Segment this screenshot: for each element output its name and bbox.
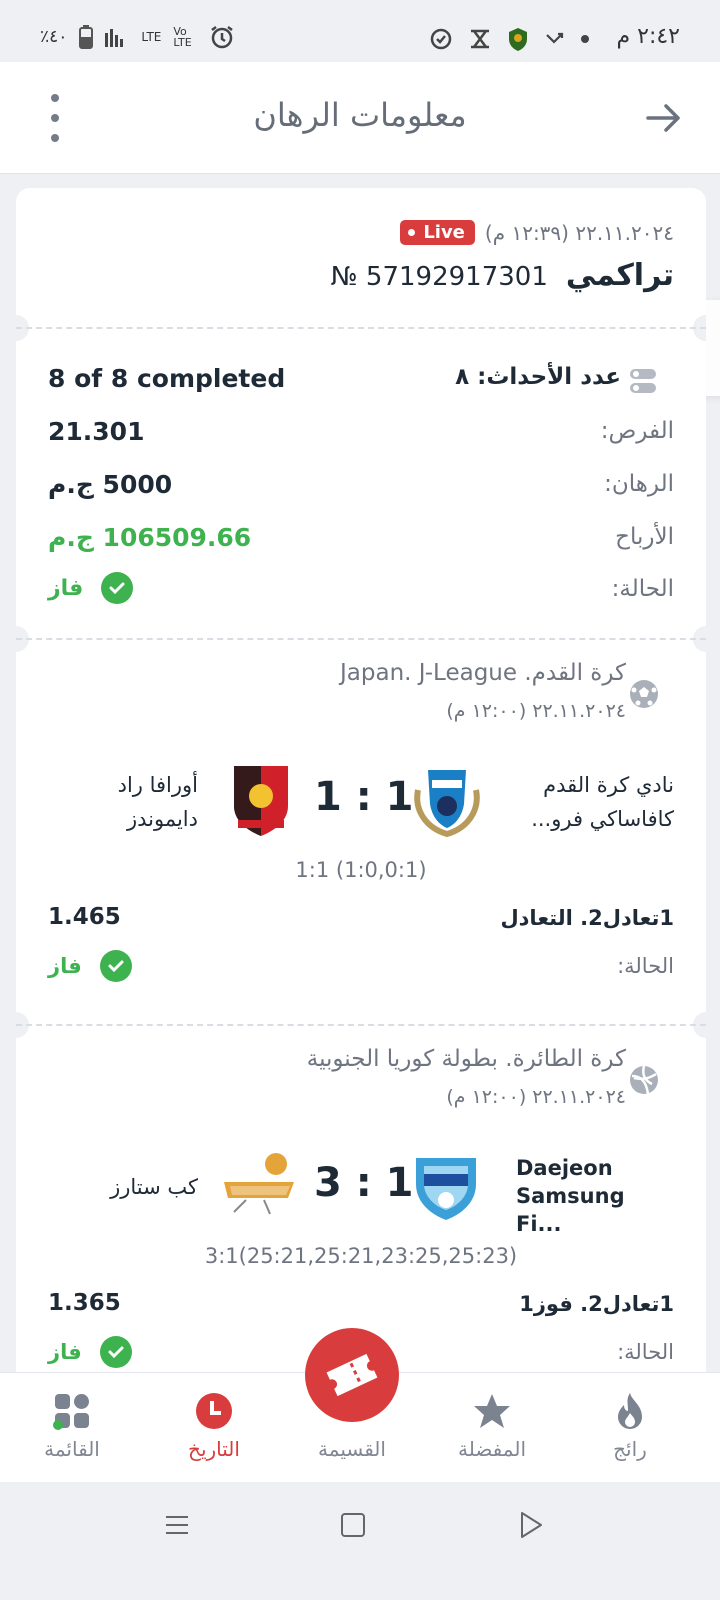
event-status-row: فاز — [48, 950, 132, 982]
grid-icon — [53, 1394, 89, 1430]
event-league: كرة الطائرة. بطولة كوريا الجنوبية — [306, 1046, 626, 1072]
event-status-row: فاز — [48, 1336, 132, 1368]
app-header: معلومات الرهان — [0, 62, 720, 174]
signal-icon — [105, 27, 129, 47]
nav-label: التاريخ — [188, 1437, 240, 1461]
alarm-icon — [211, 26, 234, 49]
nav-label: القائمة — [44, 1437, 100, 1461]
check-circle-icon — [99, 1336, 132, 1368]
event-status-value: فاز — [48, 954, 82, 978]
live-badge: Live — [400, 220, 475, 245]
nav-item-history[interactable]: التاريخ — [142, 1373, 286, 1483]
event-odds: 1.365 — [48, 1290, 121, 1316]
market-name: 1تعادل2. التعادل — [500, 906, 674, 930]
bet-datetime: ٢٢.١١.٢٠٢٤ (١٢:٣٩ م) — [484, 220, 674, 245]
home-team-name: نادي كرة القدم كافاساكي فرو... — [531, 773, 674, 831]
match-score: 3 : 1 — [314, 1160, 414, 1206]
status-bar: ٢:٤٢ م ٪٤٠ LTE Vo LTE — [0, 0, 720, 62]
event-status-value: فاز — [48, 1340, 82, 1364]
event-datetime: ٢٢.١١.٢٠٢٤ (١٢:٠٠ م) — [446, 700, 626, 722]
home-team-name: Daejeon Samsung Fi... — [516, 1156, 625, 1236]
nav-item-trending[interactable]: رائج — [558, 1373, 702, 1483]
away-team-name: كب ستارز — [110, 1175, 198, 1199]
back-arrow-icon[interactable] — [644, 98, 684, 138]
recent-apps-icon[interactable] — [164, 1512, 190, 1538]
score-details: 1:1 (1:0,0:1) — [295, 858, 427, 882]
status-time: ٢:٤٢ م — [616, 24, 681, 49]
kb-stars-logo — [224, 1153, 294, 1215]
back-triangle-icon[interactable] — [518, 1510, 544, 1540]
battery-percent: ٪٤٠ — [40, 27, 68, 47]
away-team-name: أورافا راد دايموندز — [117, 773, 198, 831]
status-notification-icons — [428, 26, 590, 52]
kawasaki-logo — [414, 770, 480, 838]
bet-number: 57192917301 № — [330, 262, 548, 292]
nav-label: القسيمة — [318, 1437, 386, 1461]
ticket-icon — [326, 1353, 378, 1397]
stake-value: 5000 ج.م — [48, 470, 173, 499]
volte-label: Vo LTE — [173, 25, 192, 49]
status-value-row: فاز — [48, 572, 134, 604]
event-status-label: الحالة: — [617, 1340, 674, 1364]
event-league: كرة القدم. Japan. J-League — [340, 660, 626, 686]
live-label: Live — [423, 222, 465, 243]
stake-label: الرهان: — [604, 471, 674, 497]
shield-app-icon — [509, 28, 527, 51]
nav-item-menu[interactable]: القائمة — [0, 1373, 144, 1483]
urawa-logo — [234, 766, 288, 836]
bet-datetime-row: ٢٢.١١.٢٠٢٤ (١٢:٣٩ م) Live — [400, 220, 674, 245]
event-datetime: ٢٢.١١.٢٠٢٤ (١٢:٠٠ م) — [446, 1086, 626, 1108]
x-app-icon — [471, 29, 489, 49]
dot-icon — [581, 35, 589, 43]
event-odds: 1.465 — [48, 904, 121, 930]
status-label: الحالة: — [611, 576, 674, 602]
nav-label: رائج — [613, 1437, 647, 1461]
bet-title-row: تراكمي 57192917301 № — [331, 258, 674, 293]
soccer-ball-icon — [630, 680, 658, 708]
coupon-button[interactable] — [305, 1328, 399, 1422]
lte-label: LTE — [141, 30, 162, 44]
bet-type: تراكمي — [565, 258, 674, 293]
battery-icon — [79, 25, 94, 49]
status-value: فاز — [48, 575, 84, 601]
winnings-label: الأرباح — [615, 524, 674, 550]
score-details: 3:1(25:21,25:21,23:25,25:23) — [204, 1244, 518, 1268]
blue-fangs-logo — [416, 1158, 476, 1220]
nav-label: المفضلة — [457, 1437, 527, 1461]
sync-icon — [430, 28, 452, 50]
winnings-value: 106509.66 ج.م — [48, 523, 252, 552]
missed-call-icon — [546, 32, 564, 44]
star-icon — [474, 1394, 510, 1428]
check-circle-icon — [99, 950, 132, 982]
market-name: 1تعادل2. فوز1 — [519, 1292, 674, 1316]
fire-icon — [618, 1393, 642, 1429]
event-status-label: الحالة: — [617, 954, 674, 978]
events-count: عدد الأحداث: ٨ — [455, 364, 621, 390]
status-system-icons: ٪٤٠ LTE Vo LTE — [40, 24, 235, 50]
clock-icon — [196, 1393, 232, 1429]
page-title: معلومات الرهان — [253, 96, 467, 134]
home-icon[interactable] — [340, 1512, 366, 1538]
odds-value: 21.301 — [48, 417, 145, 446]
match-score: 1 : 1 — [314, 774, 414, 820]
odds-label: الفرص: — [600, 418, 674, 444]
nav-item-favorites[interactable]: المفضلة — [420, 1373, 564, 1483]
system-nav-bar — [0, 1482, 720, 1600]
bet-card: ٢٢.١١.٢٠٢٤ (١٢:٣٩ م) Live تراكمي 5719291… — [16, 188, 706, 1388]
volleyball-icon — [630, 1065, 658, 1095]
live-dot-icon — [408, 229, 416, 236]
completed-status: 8 of 8 completed — [48, 364, 286, 393]
check-circle-icon — [101, 572, 134, 604]
settings-toggle-icon[interactable] — [628, 366, 658, 396]
